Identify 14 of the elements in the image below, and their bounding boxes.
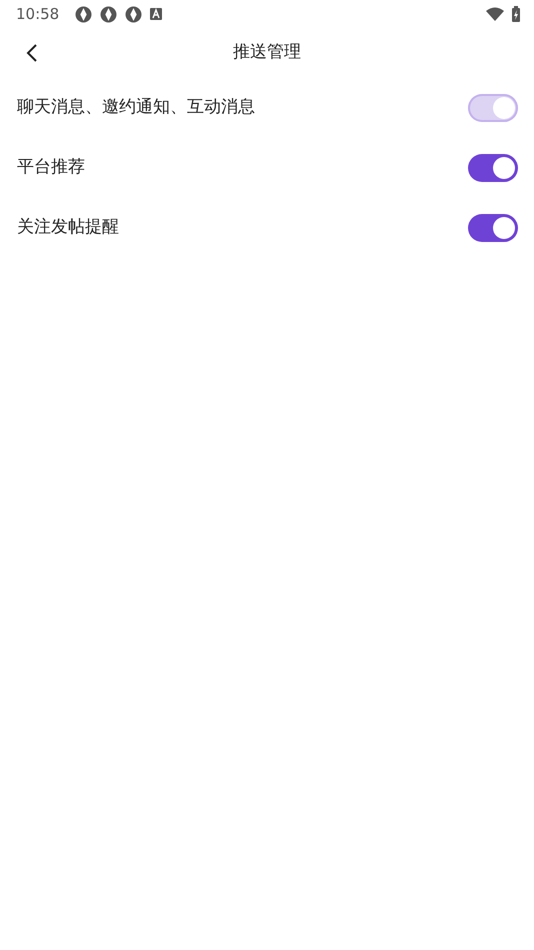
battery-charging-icon [512,6,520,22]
setting-label: 关注发帖提醒 [17,216,119,240]
toggle-switch[interactable] [468,214,518,242]
keyboard-notification-icon [150,8,162,20]
app-notification-icon [100,6,118,22]
status-time: 10:58 [16,4,60,25]
setting-label: 聊天消息、邀约通知、互动消息 [17,96,255,120]
wifi-icon [486,7,504,21]
page-title: 推送管理 [233,41,301,64]
app-notification-icon [75,6,92,22]
setting-label: 平台推荐 [17,156,85,180]
toggle-switch[interactable] [468,154,518,182]
app-notification-icon [125,6,142,22]
back-icon [26,42,38,63]
